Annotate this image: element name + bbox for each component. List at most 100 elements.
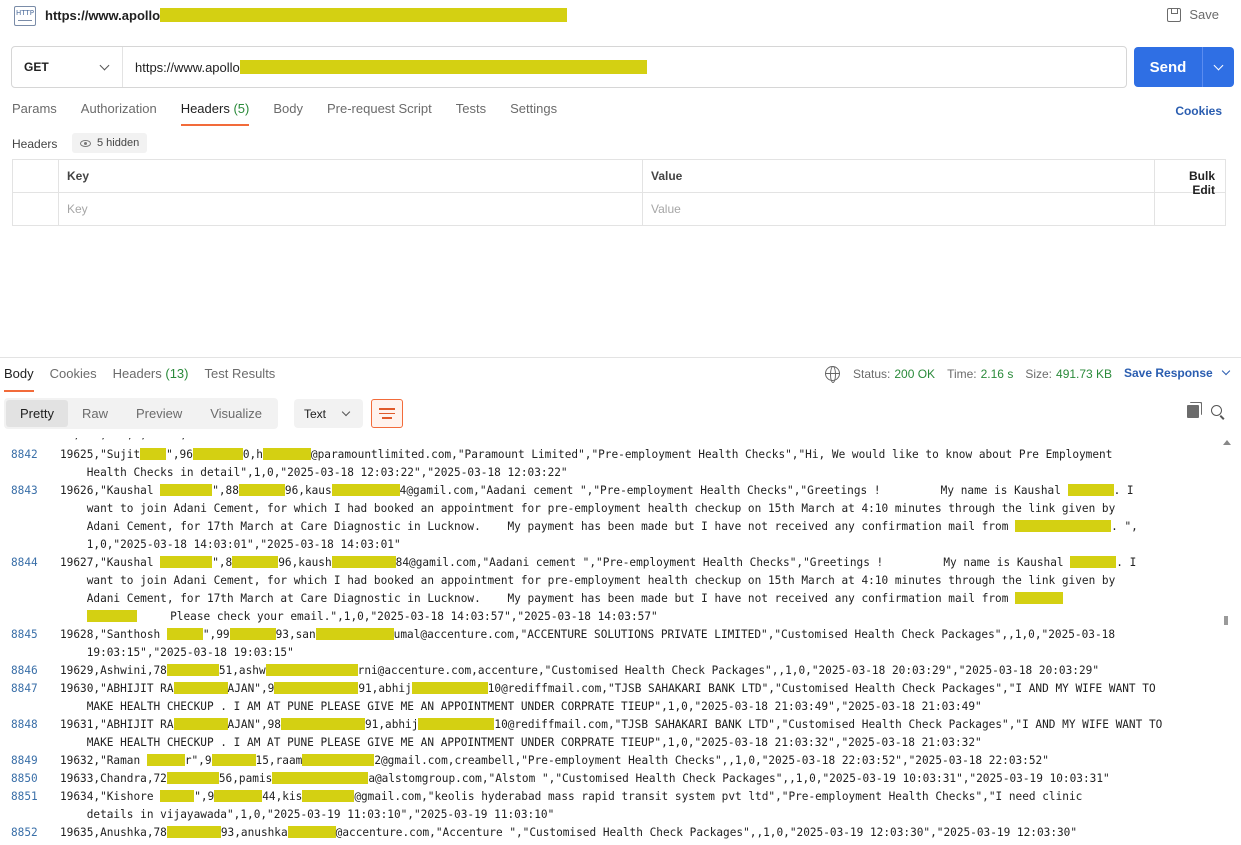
headers-table: Key Value Bulk Edit Key Value: [12, 159, 1226, 226]
code-text: 19635,Anushka,78 93,anushka @accenture.com…: [60, 826, 1078, 839]
redacted-text: [1015, 520, 1112, 532]
response-tab-cookies[interactable]: Cookies: [50, 366, 97, 392]
wrap-icon-line: [382, 417, 392, 419]
tab-body[interactable]: Body: [273, 101, 303, 126]
tab-pre-request-script[interactable]: Pre-request Script: [327, 101, 432, 126]
request-title[interactable]: https://www.apollo: [45, 8, 568, 23]
header-value-input[interactable]: Value: [643, 193, 1155, 226]
wrap-lines-button[interactable]: [371, 399, 403, 428]
status-value: 200 OK: [894, 366, 936, 381]
globe-icon[interactable]: [825, 366, 840, 383]
code-text: 19632,"Raman r",9 15,raam 2@gmail.com,crea…: [60, 754, 1049, 767]
response-status-bar: Status: 200 OK Time: 2.16 s Size: 491.73…: [825, 366, 1124, 383]
tab-params[interactable]: Params: [12, 101, 57, 126]
code-text: Adani Cement, for 17th March at Care Dia…: [60, 590, 1212, 608]
tab-settings[interactable]: Settings: [510, 101, 557, 126]
scroll-up-arrow[interactable]: [1223, 440, 1231, 445]
response-divider[interactable]: [0, 357, 1241, 358]
headers-table-row: Key Value: [13, 193, 1225, 226]
scrollbar-thumb[interactable]: [1224, 616, 1228, 625]
redacted-text: [160, 484, 213, 496]
request-tab-header: HTTP https://www.apollo Save: [0, 0, 1241, 32]
scrollbar[interactable]: [1220, 438, 1234, 845]
cookies-link[interactable]: Cookies: [1175, 104, 1222, 118]
view-pretty[interactable]: Pretty: [6, 400, 68, 427]
view-mode-toggle: Pretty Raw Preview Visualize: [4, 398, 279, 429]
line-number: 8851: [11, 790, 38, 803]
redacted-text: [166, 628, 203, 640]
bulk-edit-button[interactable]: Bulk Edit: [1155, 160, 1225, 197]
code-text: details in vijayawada",1,0,"2025-03-19 1…: [60, 808, 555, 821]
send-button[interactable]: Send: [1134, 47, 1234, 87]
code-text: Adani Cement, for 17th March at Care Dia…: [60, 520, 1138, 533]
row-checkbox[interactable]: [13, 193, 59, 226]
eye-icon: [80, 139, 91, 147]
line-number: 8850: [11, 772, 38, 785]
code-text: 1,0,"2025-03-18 14:03:01","2025-03-18 14…: [60, 538, 401, 551]
redacted-text: [331, 556, 396, 568]
headers-table-header: Key Value Bulk Edit: [13, 160, 1225, 197]
code-text: Please check your email.",1,0,"2025-03-1…: [60, 608, 1212, 626]
search-icon[interactable]: [1211, 405, 1222, 416]
save-button[interactable]: Save: [1167, 7, 1219, 22]
line-number: 8852: [11, 826, 38, 839]
code-text: 19628,"Santhosh ",99 93,san umal@accenture…: [60, 628, 1116, 641]
redacted-text: [272, 772, 369, 784]
save-response-button[interactable]: Save Response: [1124, 366, 1230, 380]
code-text: 19631,"ABHIJIT RA AJAN",98 91,abhij 10@redi…: [60, 718, 1163, 731]
redacted-text: [166, 772, 219, 784]
response-body[interactable]: ' , ' , ' , , ' ' , 8842 19625,"Sujit",96…: [0, 438, 1216, 845]
time-value: 2.16 s: [980, 366, 1014, 381]
redacted-text: [302, 790, 355, 802]
response-tab-body[interactable]: Body: [4, 366, 34, 392]
redacted-text: [192, 448, 243, 460]
key-column-header: Key: [59, 160, 643, 192]
redacted-text: [238, 484, 285, 496]
redacted-text: [302, 754, 375, 766]
line-number: 8842: [11, 448, 38, 461]
code-text: 19627,"Kaushal ",8 96,kaush 84@gamil.com,"…: [60, 556, 1137, 569]
chevron-down-icon: [341, 407, 351, 416]
code-text: 19633,Chandra,72 56,pamis a@alstomgroup.co…: [60, 772, 1110, 785]
method-select[interactable]: GET: [12, 47, 123, 87]
headers-label: Headers: [12, 137, 58, 151]
redacted-text: [315, 628, 394, 640]
value-column-header: Value: [643, 160, 1155, 192]
code-text: MAKE HEALTH CHECKUP . I AM AT PUNE PLEAS…: [60, 700, 982, 713]
redacted-text: [1015, 592, 1064, 604]
redacted-text: [166, 664, 219, 676]
url-bar: GET https://www.apollo: [11, 46, 1127, 88]
code-text: want to join Adani Cement, for which I h…: [60, 502, 1116, 515]
code-text: Health Checks in detail",1,0,"2025-03-18…: [60, 466, 568, 479]
line-number: 8843: [11, 484, 38, 497]
redacted-text: [160, 790, 195, 802]
checkbox-column: [13, 160, 59, 192]
hidden-headers-toggle[interactable]: 5 hidden: [72, 133, 148, 153]
url-input[interactable]: https://www.apollo: [123, 60, 647, 75]
redacted-text: [229, 628, 276, 640]
view-preview[interactable]: Preview: [122, 400, 196, 427]
redacted-text: [232, 556, 279, 568]
partial-line: ' , ' , ' , , ' ' ,: [60, 438, 187, 444]
chevron-down-icon: [99, 60, 110, 70]
size-value: 491.73 KB: [1056, 366, 1113, 381]
header-key-input[interactable]: Key: [59, 193, 643, 226]
redacted-text: [146, 754, 185, 766]
redacted-text: [211, 754, 256, 766]
http-request-icon: HTTP: [14, 6, 36, 26]
copy-icon[interactable]: [1187, 405, 1199, 418]
send-options-button[interactable]: [1202, 47, 1234, 87]
redacted-text: [411, 682, 488, 694]
tab-authorization[interactable]: Authorization: [81, 101, 157, 126]
chevron-down-icon: [1213, 60, 1224, 70]
response-tab-headers[interactable]: Headers (13): [113, 366, 189, 392]
view-raw[interactable]: Raw: [68, 400, 122, 427]
tab-tests[interactable]: Tests: [456, 101, 486, 126]
format-select[interactable]: Text: [294, 399, 363, 428]
chevron-down-icon: [1221, 366, 1230, 376]
response-tab-test-results[interactable]: Test Results: [205, 366, 276, 392]
tab-headers[interactable]: Headers (5): [180, 101, 250, 126]
view-visualize[interactable]: Visualize: [196, 400, 276, 427]
redacted-text: [265, 664, 358, 676]
request-tabs: Params Authorization Headers (5) Body Pre-re…: [12, 101, 581, 126]
